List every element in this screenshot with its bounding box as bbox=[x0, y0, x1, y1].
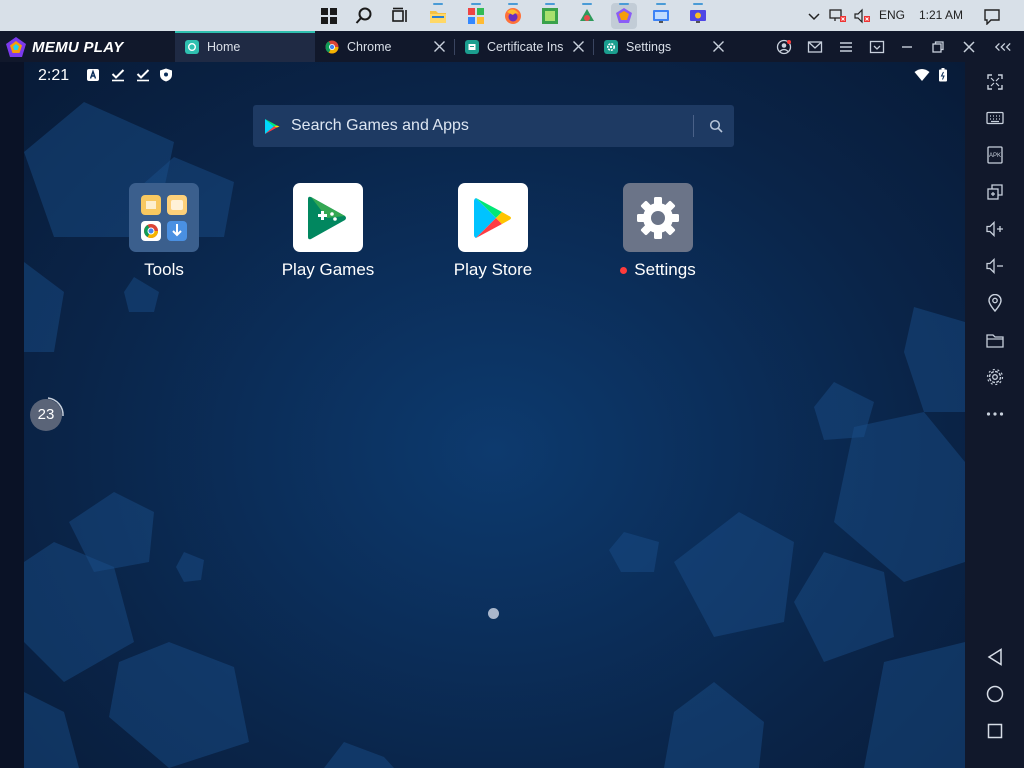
chevron-up-icon[interactable] bbox=[805, 7, 823, 25]
pin-window-icon[interactable] bbox=[868, 38, 886, 56]
settings-icon bbox=[604, 39, 618, 54]
home-circle-icon[interactable] bbox=[985, 684, 1005, 704]
mail-icon[interactable] bbox=[806, 38, 824, 56]
volume-down-icon[interactable] bbox=[985, 256, 1005, 276]
svg-text:APK: APK bbox=[989, 153, 1001, 159]
app-label-text: Settings bbox=[634, 260, 696, 279]
network-icon[interactable] bbox=[829, 7, 847, 25]
collapse-sidebar-icon[interactable] bbox=[994, 38, 1012, 56]
memu-icon[interactable] bbox=[611, 3, 637, 29]
multi-window-icon[interactable] bbox=[985, 182, 1005, 202]
settings-gear-icon[interactable] bbox=[623, 183, 693, 252]
check-list-icon bbox=[111, 69, 125, 82]
wifi-icon bbox=[914, 69, 930, 81]
play-store-small-icon bbox=[265, 119, 280, 134]
more-icon[interactable] bbox=[985, 404, 1005, 424]
emulator-title-bar: MEMU PLAY Home Chrome Certificate Ins Se… bbox=[0, 31, 1024, 62]
fps-counter[interactable]: 23 bbox=[27, 396, 65, 434]
play-store-icon[interactable] bbox=[458, 183, 528, 252]
search-games-apps-bar[interactable]: Search Games and Apps bbox=[253, 105, 734, 147]
notification-a-icon bbox=[87, 69, 99, 81]
folder-icon[interactable] bbox=[985, 330, 1005, 350]
app-play-games[interactable]: Play Games bbox=[268, 183, 388, 280]
emulator-toolbar: APK bbox=[965, 62, 1024, 768]
play-games-icon[interactable] bbox=[293, 183, 363, 252]
menu-icon[interactable] bbox=[837, 38, 855, 56]
apk-install-icon[interactable]: APK bbox=[985, 145, 1005, 165]
tab-label: Certificate Ins bbox=[487, 39, 564, 54]
search-icon[interactable] bbox=[709, 119, 723, 133]
tab-label: Chrome bbox=[347, 39, 392, 54]
page-indicator[interactable] bbox=[488, 608, 499, 619]
app-settings[interactable]: Settings bbox=[598, 183, 718, 280]
location-icon[interactable] bbox=[985, 293, 1005, 313]
android-status-bar: 2:21 bbox=[24, 62, 965, 90]
shield-icon bbox=[160, 68, 172, 82]
tab-settings[interactable]: Settings bbox=[594, 31, 733, 62]
app-icon-4[interactable] bbox=[648, 3, 674, 29]
brand-name: MEMU PLAY bbox=[32, 38, 124, 56]
keyboard-icon[interactable] bbox=[985, 108, 1005, 128]
battery-icon bbox=[939, 68, 947, 82]
close-tab-icon[interactable] bbox=[712, 40, 725, 53]
firefox-icon[interactable] bbox=[500, 3, 526, 29]
windows-start-icon[interactable] bbox=[316, 3, 342, 29]
volume-up-icon[interactable] bbox=[985, 219, 1005, 239]
tab-certificate-installer[interactable]: Certificate Ins bbox=[455, 31, 593, 62]
language-indicator[interactable]: ENG bbox=[879, 8, 905, 22]
app-icon-5[interactable] bbox=[685, 3, 711, 29]
fullscreen-icon[interactable] bbox=[985, 72, 1005, 92]
minimize-icon[interactable] bbox=[898, 38, 916, 56]
check-list-icon bbox=[136, 69, 150, 82]
memu-emulator-window: ENG 1:21 AM MEMU PLAY Home Chrome Certif… bbox=[0, 0, 1024, 768]
app-label: Play Games bbox=[281, 260, 375, 279]
tools-folder-icon[interactable] bbox=[129, 183, 199, 252]
tab-label: Settings bbox=[626, 39, 672, 54]
account-icon[interactable] bbox=[775, 38, 793, 56]
search-icon[interactable] bbox=[351, 3, 377, 29]
notifications-icon[interactable] bbox=[983, 7, 1001, 25]
android-home-screen[interactable]: 2:21 Search Games and Apps Tools Play Ga… bbox=[24, 62, 965, 768]
windows-taskbar: ENG 1:21 AM bbox=[0, 0, 1024, 31]
close-tab-icon[interactable] bbox=[572, 40, 585, 53]
app-icon-2[interactable] bbox=[537, 3, 563, 29]
back-icon[interactable] bbox=[985, 647, 1005, 667]
task-view-icon[interactable] bbox=[387, 3, 413, 29]
restore-icon[interactable] bbox=[929, 38, 947, 56]
close-icon[interactable] bbox=[960, 38, 978, 56]
tab-label: Home bbox=[207, 39, 241, 54]
app-tools[interactable]: Tools bbox=[104, 183, 224, 280]
app-play-store[interactable]: Play Store bbox=[433, 183, 553, 280]
memu-logo-icon bbox=[6, 37, 26, 57]
wallpaper-pentagons bbox=[24, 102, 965, 768]
gear-icon[interactable] bbox=[985, 367, 1005, 387]
clock[interactable]: 1:21 AM bbox=[919, 8, 963, 22]
search-placeholder: Search Games and Apps bbox=[291, 117, 469, 134]
tab-chrome[interactable]: Chrome bbox=[315, 31, 454, 62]
app-icon-3[interactable] bbox=[574, 3, 600, 29]
notification-badge bbox=[620, 266, 628, 274]
recents-square-icon[interactable] bbox=[985, 721, 1005, 741]
home-icon bbox=[185, 39, 199, 54]
left-border bbox=[0, 62, 24, 768]
app-label: Play Store bbox=[453, 260, 533, 279]
status-time: 2:21 bbox=[38, 67, 70, 84]
tab-home[interactable]: Home bbox=[175, 31, 315, 62]
chrome-icon bbox=[325, 40, 339, 54]
app-icon-1[interactable] bbox=[463, 3, 489, 29]
app-label: Tools bbox=[144, 260, 184, 279]
memu-logo: MEMU PLAY bbox=[5, 36, 124, 58]
volume-muted-icon[interactable] bbox=[853, 7, 871, 25]
certificate-installer-icon bbox=[465, 39, 479, 54]
fps-value: 23 bbox=[37, 406, 55, 423]
file-explorer-icon[interactable] bbox=[425, 3, 451, 29]
close-tab-icon[interactable] bbox=[433, 40, 446, 53]
app-label: Settings bbox=[620, 260, 696, 280]
